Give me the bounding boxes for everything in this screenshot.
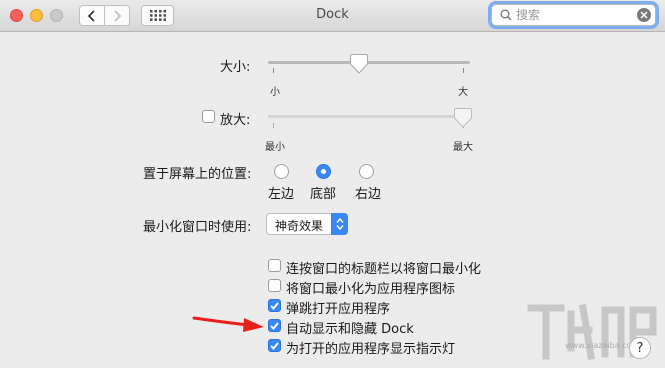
position-label: 置于屏幕上的位置: [143,167,252,182]
checkmark-icon [270,301,279,310]
search-input[interactable] [516,7,626,23]
position-left-label: 左边 [268,187,295,202]
show-indicators-checkbox[interactable] [268,339,281,352]
position-right-radio[interactable] [359,164,374,179]
help-button[interactable]: ? [629,337,651,359]
size-slider-tick [273,68,274,73]
autohide-dock-label: 自动显示和隐藏 Dock [286,322,414,337]
magnification-slider-track[interactable] [268,115,470,118]
size-label: 大小: [220,60,251,75]
up-down-arrows-icon [335,217,344,231]
minimize-effect-select[interactable]: 神奇效果 [266,213,348,235]
minimize-to-app-icon-checkbox[interactable] [268,279,281,292]
magnification-max-label: 最大 [453,142,473,153]
size-slider-tick [463,68,464,73]
magnification-checkbox[interactable] [202,110,215,123]
size-slider-track[interactable] [268,61,470,64]
search-icon [500,9,512,21]
select-stepper [331,213,348,235]
position-right-label: 右边 [355,187,382,202]
magnification-slider-tick [273,123,274,128]
size-slider-knob[interactable] [349,53,369,75]
search-field[interactable] [491,4,656,26]
close-icon [640,11,648,19]
magnification-min-label: 最小 [265,142,285,153]
position-left-radio[interactable] [274,164,289,179]
checkmark-icon [270,321,279,330]
double-click-minimize-label: 连按窗口的标题栏以将窗口最小化 [286,262,482,277]
position-bottom-radio[interactable] [316,164,331,179]
animate-opening-label: 弹跳打开应用程序 [286,302,391,317]
double-click-minimize-checkbox[interactable] [268,259,281,272]
size-min-label: 小 [270,87,280,98]
title-bar: Dock [0,0,665,32]
size-max-label: 大 [458,87,468,98]
clear-search-button[interactable] [637,8,651,22]
minimize-to-app-icon-label: 将窗口最小化为应用程序图标 [286,282,456,297]
minimize-effect-label: 最小化窗口时使用: [143,220,252,235]
magnification-label: 放大: [220,113,251,128]
show-indicators-label: 为打开的应用程序显示指示灯 [286,342,456,357]
magnification-slider-knob[interactable] [453,107,473,129]
position-bottom-label: 底部 [310,187,337,202]
animate-opening-checkbox[interactable] [268,299,281,312]
checkmark-icon [270,341,279,350]
annotation-arrow-icon [192,316,264,332]
minimize-effect-value: 神奇效果 [275,219,324,233]
autohide-dock-checkbox[interactable] [268,319,281,332]
